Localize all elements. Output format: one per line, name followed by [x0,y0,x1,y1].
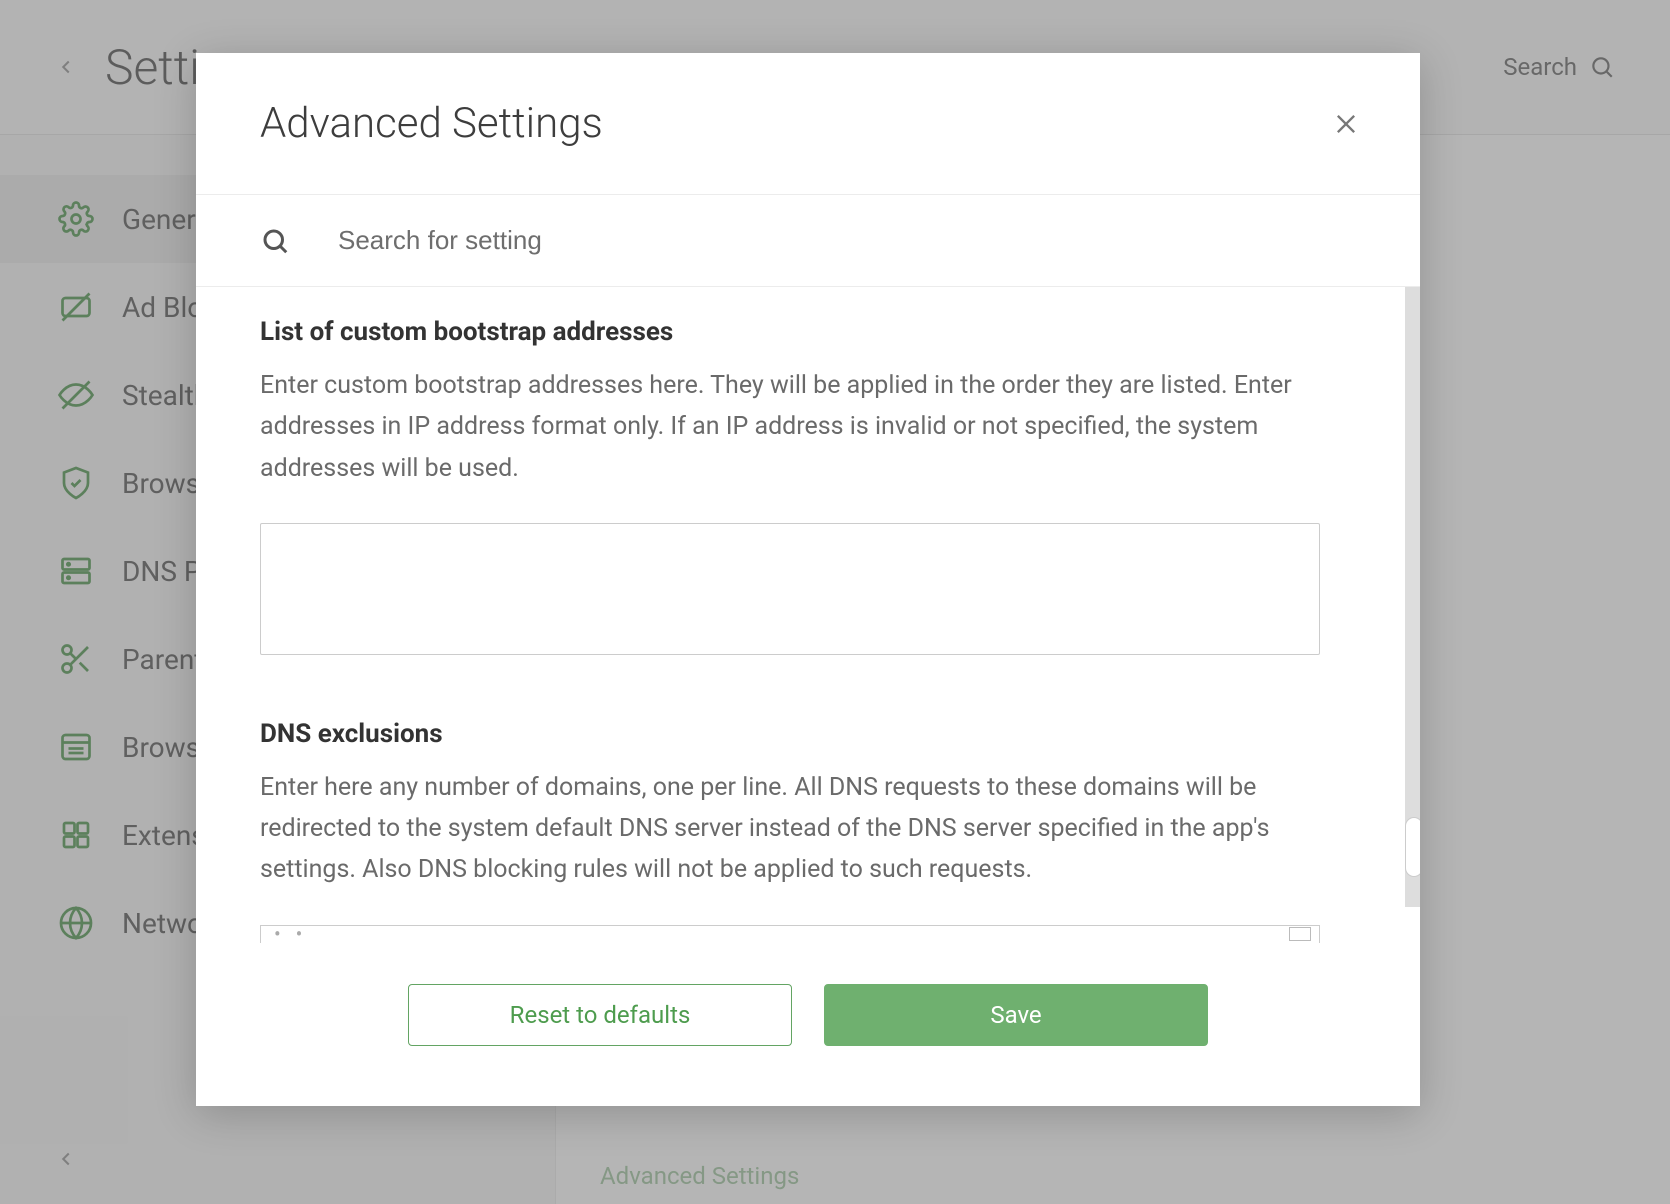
modal-footer: Reset to defaults Save [196,946,1420,1106]
section-desc-bootstrap: Enter custom bootstrap addresses here. T… [260,365,1320,489]
modal-title: Advanced Settings [260,99,1332,148]
save-button[interactable]: Save [824,984,1208,1046]
settings-search [196,195,1420,287]
advanced-settings-modal: Advanced Settings List of custom bootstr… [196,53,1420,1106]
scrollbar-thumb[interactable] [1405,817,1420,877]
settings-search-input[interactable] [338,225,1356,256]
reset-to-defaults-button[interactable]: Reset to defaults [408,984,792,1046]
scrollbar-track [1405,287,1420,907]
textarea-scroll [1289,927,1311,941]
section-desc-dns-exclusions: Enter here any number of domains, one pe… [260,767,1320,891]
modal-header: Advanced Settings [196,53,1420,195]
search-icon [260,226,290,256]
close-button[interactable] [1332,110,1360,138]
modal-body: List of custom bootstrap addresses Enter… [196,287,1420,946]
dns-exclusions-input[interactable]: • • [260,925,1320,943]
section-title-bootstrap: List of custom bootstrap addresses [260,317,1356,347]
section-title-dns-exclusions: DNS exclusions [260,719,1356,749]
bootstrap-addresses-input[interactable] [260,523,1320,655]
